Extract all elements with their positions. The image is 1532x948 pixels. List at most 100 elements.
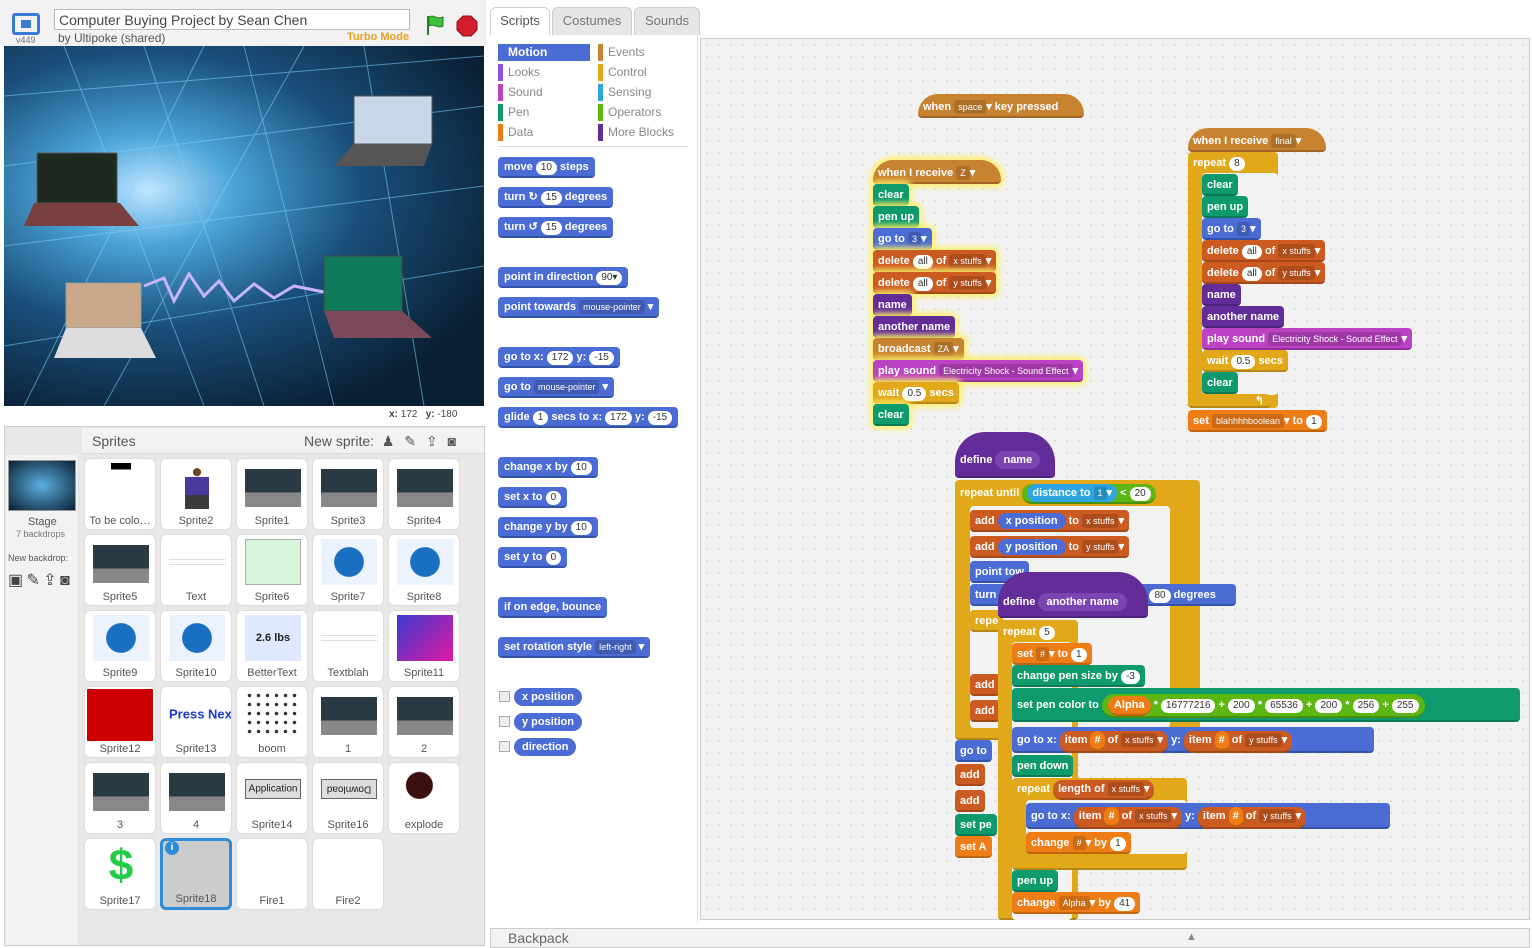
tab-scripts[interactable]: Scripts: [490, 7, 550, 35]
sprite-tile[interactable]: Sprite8: [388, 534, 460, 606]
sprite-tile[interactable]: Sprite11: [388, 610, 460, 682]
sprite-tile[interactable]: $ Sprite17: [84, 838, 156, 910]
set-hash-block[interactable]: set # ▾ to 1: [1012, 643, 1092, 665]
palette-point-towards-block[interactable]: point towards mouse-pointer ▾: [498, 297, 660, 318]
backdrop-library-icon[interactable]: ▣: [8, 572, 23, 589]
sprite-tile[interactable]: Sprite7: [312, 534, 384, 606]
go-to-block[interactable]: go to 3 ▾: [873, 228, 932, 250]
set-variable-block[interactable]: set blahhhhboolean ▾ to 1: [1188, 410, 1327, 432]
category-operators[interactable]: Operators: [598, 104, 690, 121]
sprite-tile[interactable]: Sprite1: [236, 458, 308, 530]
pen-up-block[interactable]: pen up: [1012, 870, 1059, 892]
add-block[interactable]: add: [970, 674, 1000, 696]
play-sound-block[interactable]: play sound Electricity Shock - Sound Eff…: [873, 360, 1084, 382]
palette-set-x-block[interactable]: set x to 0: [498, 487, 568, 508]
palette-direction-reporter[interactable]: direction: [514, 738, 577, 756]
sprite-tile[interactable]: 2.6 lbs BetterText: [236, 610, 308, 682]
when-key-pressed-hat[interactable]: when space ▾ key pressed: [918, 94, 1084, 118]
pen-up-block[interactable]: pen up: [873, 206, 920, 228]
palette-go-to-xy-block[interactable]: go to x: 172 y: -15: [498, 347, 620, 368]
sprite-tile[interactable]: Sprite4: [388, 458, 460, 530]
stop-icon[interactable]: [456, 15, 478, 37]
project-title-input[interactable]: [54, 9, 410, 30]
paint-brush-icon[interactable]: ✎: [26, 572, 39, 589]
sprite-tile[interactable]: boom: [236, 686, 308, 758]
go-to-xy-item-block[interactable]: go to x: item # of x stuffs ▾ y: item # o…: [1012, 727, 1374, 753]
sprite-tile[interactable]: i Sprite18: [160, 838, 232, 910]
palette-turn-right-block[interactable]: turn ↻ 15 degrees: [498, 187, 614, 208]
laptop-sprite[interactable]: [323, 255, 432, 338]
add-x-position-block[interactable]: add x position to x stuffs ▾: [970, 510, 1129, 532]
name-call-block[interactable]: name: [873, 294, 912, 316]
category-control[interactable]: Control: [598, 64, 690, 81]
change-pen-size-block[interactable]: change pen size by -3: [1012, 665, 1145, 687]
palette-go-to-block[interactable]: go to mouse-pointer ▾: [498, 377, 615, 398]
sprite-tile[interactable]: Sprite3: [312, 458, 384, 530]
delete-y-stuffs-block[interactable]: delete all of y stuffs ▾: [1202, 262, 1326, 284]
category-pen[interactable]: Pen: [498, 104, 590, 121]
sprite-tile[interactable]: Fire2: [312, 838, 384, 910]
name-call-block[interactable]: name: [1202, 284, 1241, 306]
paint-brush-icon[interactable]: ✎: [404, 433, 416, 449]
palette-change-x-block[interactable]: change x by 10: [498, 457, 598, 478]
fullscreen-icon[interactable]: [12, 13, 40, 35]
pen-down-block[interactable]: pen down: [1012, 755, 1074, 777]
set-pen-color-block[interactable]: set pen color to Alpha * 16777216 + 200 …: [1012, 688, 1520, 722]
add-block[interactable]: add: [955, 790, 985, 812]
sprite-tile[interactable]: 2: [388, 686, 460, 758]
go-to-block[interactable]: go to 3 ▾: [1202, 218, 1261, 240]
sprite-library-icon[interactable]: ♟: [382, 433, 395, 449]
define-another-name-hat[interactable]: define another name: [998, 572, 1148, 618]
define-name-hat[interactable]: define name: [955, 432, 1055, 478]
wait-block[interactable]: wait 0.5 secs: [1202, 350, 1288, 372]
delete-x-stuffs-block[interactable]: delete all of x stuffs ▾: [1202, 240, 1326, 262]
clear-block[interactable]: clear: [1202, 174, 1238, 196]
upload-icon[interactable]: ⇪: [43, 572, 56, 589]
sprite-tile[interactable]: Press Next Sprite13: [160, 686, 232, 758]
camera-icon[interactable]: ◙: [60, 572, 70, 589]
tab-sounds[interactable]: Sounds: [634, 7, 700, 35]
y-position-checkbox[interactable]: [499, 716, 510, 727]
go-to-xy-item-block[interactable]: go to x: item # of x stuffs ▾ y: item # o…: [1026, 803, 1390, 829]
green-flag-icon[interactable]: [424, 14, 446, 36]
play-sound-block[interactable]: play sound Electricity Shock - Sound Eff…: [1202, 328, 1413, 350]
palette-y-position-reporter[interactable]: y position: [514, 713, 582, 731]
clear-block[interactable]: clear: [873, 184, 909, 206]
palette-set-y-block[interactable]: set y to 0: [498, 547, 568, 568]
direction-checkbox[interactable]: [499, 741, 510, 752]
category-data[interactable]: Data: [498, 124, 590, 141]
sprite-tile[interactable]: To be colo…: [84, 458, 156, 530]
sprite-tile[interactable]: Sprite5: [84, 534, 156, 606]
set-alpha-block[interactable]: set A: [955, 836, 992, 858]
sprite-tile[interactable]: 4: [160, 762, 232, 834]
when-i-receive-final-hat[interactable]: when I receive final ▾: [1188, 128, 1326, 152]
add-block[interactable]: add: [955, 764, 985, 786]
sprite-tile[interactable]: Sprite12: [84, 686, 156, 758]
category-motion[interactable]: Motion: [498, 44, 590, 61]
go-to-block[interactable]: go to: [955, 740, 992, 762]
palette-turn-left-block[interactable]: turn ↺ 15 degrees: [498, 217, 614, 238]
change-alpha-block[interactable]: change Alpha ▾ by 41: [1012, 892, 1141, 914]
clear-block[interactable]: clear: [873, 404, 909, 426]
palette-glide-block[interactable]: glide 1 secs to x: 172 y: -15: [498, 407, 679, 428]
palette-change-y-block[interactable]: change y by 10: [498, 517, 598, 538]
when-i-receive-z-hat[interactable]: when I receive Z ▾: [873, 160, 1001, 184]
sprite-tile[interactable]: Sprite10: [160, 610, 232, 682]
palette-point-direction-block[interactable]: point in direction 90▾: [498, 267, 629, 288]
change-hash-block[interactable]: change # ▾ by 1: [1026, 832, 1131, 854]
sprite-tile[interactable]: Text: [160, 534, 232, 606]
backpack-bar[interactable]: [490, 928, 1530, 948]
stage-canvas[interactable]: [4, 46, 484, 406]
info-icon[interactable]: i: [165, 841, 179, 855]
palette-move-block[interactable]: move 10 steps: [498, 157, 595, 178]
upload-icon[interactable]: ⇪: [426, 433, 438, 449]
another-name-call-block[interactable]: another name: [873, 316, 956, 338]
category-sensing[interactable]: Sensing: [598, 84, 690, 101]
sprite-tile[interactable]: Sprite6: [236, 534, 308, 606]
sprite-tile[interactable]: Application Sprite14: [236, 762, 308, 834]
sprite-tile[interactable]: Download Sprite16: [312, 762, 384, 834]
delete-y-stuffs-block[interactable]: delete all of y stuffs ▾: [873, 272, 997, 294]
camera-icon[interactable]: ◙: [448, 433, 456, 449]
set-pen-block[interactable]: set pe: [955, 814, 997, 836]
broadcast-block[interactable]: broadcast ZA ▾: [873, 338, 964, 360]
